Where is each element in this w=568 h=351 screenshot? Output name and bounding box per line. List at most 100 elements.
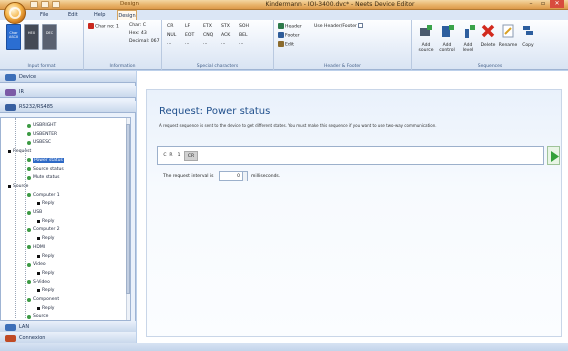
tab-help[interactable]: Help (94, 10, 105, 20)
undo-icon[interactable] (41, 1, 49, 8)
send-sequence-button[interactable] (547, 146, 560, 165)
tree-node[interactable]: Computer 1 (27, 193, 60, 198)
tree-node[interactable]: USB (27, 210, 42, 215)
tree-node[interactable]: USBRIGHT (27, 123, 56, 128)
special-char-button[interactable]: STX (221, 24, 230, 29)
tab-edit[interactable]: Edit (68, 10, 78, 20)
add-control-button[interactable]: Add control (437, 23, 457, 53)
tree-node[interactable]: Mute status (27, 175, 60, 180)
special-char-button[interactable]: EOT (185, 33, 194, 38)
add-level-icon (465, 25, 475, 38)
add-source-button[interactable]: Add source (416, 23, 436, 53)
edit-header-footer-button[interactable]: Edit (278, 41, 294, 48)
tree-reply[interactable]: Reply (37, 236, 54, 241)
special-char-button[interactable]: ··· (221, 42, 225, 47)
sequence-tree[interactable]: USBRIGHT USBENTER USBESC Request Power statu… (0, 117, 131, 321)
tree-scrollbar[interactable] (126, 118, 130, 320)
tree-node[interactable]: Component (27, 297, 59, 302)
tree-reply[interactable]: Reply (37, 201, 54, 206)
edit-icon (278, 41, 284, 47)
special-char-button[interactable]: ··· (239, 42, 243, 47)
tree-node-label: Reply (42, 253, 55, 259)
header-button[interactable]: Header (278, 23, 302, 30)
footer-icon (278, 32, 284, 38)
special-char-button[interactable]: ··· (185, 42, 189, 47)
special-char-button[interactable]: ··· (167, 42, 171, 47)
category-label: Connexion (19, 335, 46, 341)
tree-reply[interactable]: Reply (37, 288, 54, 293)
tree-node-label: Reply (42, 270, 55, 276)
tree-node[interactable]: S-Video (27, 280, 50, 285)
special-char-button[interactable]: BEL (239, 33, 248, 38)
input-format-label: Input format (27, 64, 56, 69)
tree-node[interactable]: USBESC (27, 140, 51, 145)
close-button[interactable]: ✕ (550, 0, 564, 8)
tree-node-label: USBENTER (33, 131, 58, 137)
interval-unit: milliseconds. (251, 174, 281, 179)
tab-design[interactable]: Design (117, 10, 137, 20)
use-header-footer-checkbox[interactable]: Use Header/Footer (314, 23, 364, 29)
delete-icon (481, 24, 495, 38)
interval-stepper[interactable] (242, 172, 247, 181)
category-icon (5, 335, 16, 342)
category-icon (5, 89, 16, 96)
tree-node[interactable]: Source status (27, 167, 64, 172)
tree-reply[interactable]: Reply (37, 219, 54, 224)
tree-node-label: Power status (33, 157, 64, 163)
tree-node[interactable]: Power status (27, 157, 64, 163)
special-char-button[interactable]: ··· (203, 42, 207, 47)
tree-node[interactable]: HDMI (27, 245, 45, 250)
maximize-button[interactable]: ▫ (538, 0, 548, 8)
interval-input[interactable]: 0 (219, 171, 248, 181)
tree-reply[interactable]: Reply (37, 254, 54, 259)
category-label: Device (19, 74, 37, 80)
sequence-char[interactable]: 1 (176, 151, 182, 161)
tree-group[interactable]: Request (8, 149, 31, 154)
sequence-editor[interactable]: C R 1 CR (157, 146, 544, 165)
sequence-char[interactable]: R (168, 151, 174, 161)
qat-dropdown-icon[interactable] (52, 1, 60, 8)
special-char-button[interactable]: NUL (167, 33, 176, 38)
tree-node-label: Computer 1 (33, 192, 60, 198)
orb-icon (9, 7, 21, 19)
sequence-special-char[interactable]: CR (184, 151, 198, 161)
special-char-button[interactable]: CR (167, 24, 173, 29)
hex-format-button[interactable]: HEX (24, 24, 39, 50)
category-top-1[interactable]: IR (0, 86, 136, 98)
tree-node[interactable]: USBENTER (27, 132, 57, 137)
tree-reply[interactable]: Reply (37, 271, 54, 276)
char-readout: Char: C (129, 23, 146, 28)
dec-format-button[interactable]: DEC (42, 24, 57, 50)
copy-icon (523, 26, 533, 35)
tree-reply[interactable]: Reply (37, 306, 54, 311)
add-level-button[interactable]: Add level (458, 23, 478, 53)
minimize-button[interactable]: – (526, 0, 536, 8)
special-char-button[interactable]: ACK (221, 33, 230, 38)
special-char-button[interactable]: SOH (239, 24, 249, 29)
tab-file[interactable]: File (40, 10, 48, 20)
category-icon (5, 74, 16, 81)
special-char-button[interactable]: CNQ (203, 33, 213, 38)
add-control-label: Add control (439, 43, 455, 53)
copy-button[interactable]: Copy (518, 23, 538, 48)
save-icon[interactable] (30, 1, 38, 8)
bullet-icon (37, 219, 40, 223)
tree-node[interactable]: Computer 2 (27, 227, 60, 232)
tree-node[interactable]: Source (27, 314, 48, 319)
rename-button[interactable]: Rename (498, 23, 518, 48)
application-menu-button[interactable] (4, 2, 26, 24)
ascii-format-button[interactable]: Char ASCII (6, 24, 21, 50)
bullet-icon (37, 237, 40, 241)
category-top-2[interactable]: RS232/RS485 (0, 101, 136, 113)
special-char-button[interactable]: ETX (203, 24, 212, 29)
navigation-pane: Device IR RS232/RS485 USBRIGHT USBENTER USBE… (0, 71, 136, 344)
footer-label: Footer (285, 33, 300, 39)
header-footer-group: Header Footer Edit Use Header/Footer Hea… (274, 20, 412, 70)
category-top-0[interactable]: Device (0, 71, 136, 83)
tree-node[interactable]: Video (27, 262, 46, 267)
footer-button[interactable]: Footer (278, 32, 300, 39)
delete-button[interactable]: Delete (478, 23, 498, 48)
special-char-button[interactable]: LF (185, 24, 190, 29)
checkbox-icon (358, 23, 364, 28)
scrollbar-thumb[interactable] (126, 124, 130, 294)
